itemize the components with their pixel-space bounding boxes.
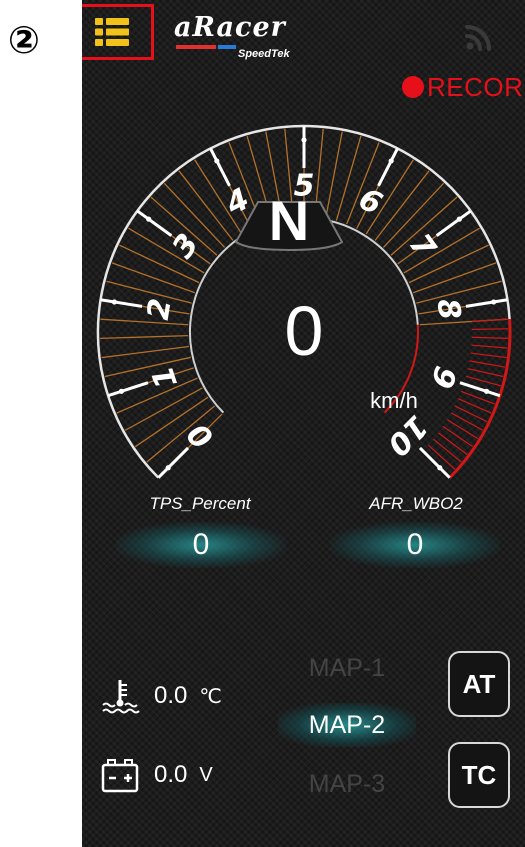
logo-blue-stripe xyxy=(218,45,236,49)
aracer-logo: aRacer SpeedTek xyxy=(174,12,324,60)
temperature-unit: ℃ xyxy=(199,685,222,708)
battery-voltage-row: 0.0 V xyxy=(100,755,213,795)
redline-tick xyxy=(442,425,474,448)
rpm-tick-label: 3 xyxy=(166,227,207,264)
redline-tick xyxy=(437,432,468,455)
rpm-major-tick xyxy=(435,209,472,237)
app-screen: aRacer SpeedTek RECOR 0 1 2 3 4 5 6 7 8 9 10 N 0 k… xyxy=(82,0,525,847)
rpm-minor-tick xyxy=(100,334,189,340)
rpm-minor-tick xyxy=(178,170,234,241)
rpm-major-tick xyxy=(418,446,451,479)
redline-tick xyxy=(471,318,508,323)
rpm-major-tick xyxy=(377,147,399,187)
redline-tick xyxy=(470,352,507,359)
rpm-tick-label: 8 xyxy=(429,296,467,322)
rpm-major-tick xyxy=(209,147,231,187)
rpm-major-tick xyxy=(107,381,149,398)
battery-icon xyxy=(101,759,139,793)
rpm-tick-dot xyxy=(437,465,443,471)
coolant-temperature-row: 0.0 ℃ xyxy=(100,676,222,716)
rpm-speed-gauge: 01234 5 678910 N 0 km/h xyxy=(96,124,512,479)
redline-tick xyxy=(469,360,506,368)
rpm-minor-tick xyxy=(374,170,430,241)
rpm-tick-dot xyxy=(111,299,117,305)
redline-tick xyxy=(471,344,508,349)
gear-indicator: N xyxy=(269,189,309,252)
redline-tick xyxy=(450,412,484,431)
rpm-tick-dot xyxy=(388,158,394,164)
redline-tick xyxy=(471,336,508,340)
rpm-tick-label: 9 xyxy=(423,362,463,393)
redline-tick xyxy=(433,438,462,463)
afr-wbo2-label: AFR_WBO2 xyxy=(369,494,463,513)
logo-red-stripe xyxy=(176,45,216,49)
menu-button[interactable] xyxy=(82,4,154,60)
rpm-major-tick xyxy=(157,446,190,479)
logo-text: aRacer xyxy=(174,12,286,43)
redline-tick xyxy=(446,419,479,440)
rpm-tick-dot xyxy=(491,299,497,305)
rpm-minor-tick xyxy=(325,131,343,219)
afr-wbo2-value: 0 xyxy=(406,528,424,561)
temperature-value: 0.0 xyxy=(154,682,188,709)
speed-value: 0 xyxy=(285,292,324,370)
redline-tick xyxy=(467,368,504,378)
rpm-tick-dot xyxy=(165,465,171,471)
rpm-minor-tick xyxy=(412,262,497,294)
afr-wbo2-display: 0 xyxy=(330,522,500,568)
rpm-minor-tick xyxy=(111,262,196,294)
record-label: RECOR xyxy=(427,71,524,102)
rpm-tick-label: 7 xyxy=(402,227,443,265)
logo-subtext: SpeedTek xyxy=(238,48,290,60)
map-2-option[interactable]: MAP-2 xyxy=(278,703,416,747)
rpm-tick-dot xyxy=(118,388,124,394)
redline-tick xyxy=(465,375,501,387)
tps-percent-value: 0 xyxy=(192,528,210,561)
rpm-tick-dot xyxy=(301,137,307,143)
rss-signal-icon[interactable] xyxy=(464,22,494,52)
rpm-tick-label: 2 xyxy=(141,296,179,322)
map-3-option[interactable]: MAP-3 xyxy=(278,762,416,806)
rpm-major-tick xyxy=(100,298,143,308)
at-button[interactable]: AT xyxy=(448,651,510,717)
map-1-option[interactable]: MAP-1 xyxy=(278,646,416,690)
rpm-tick-dot xyxy=(456,216,462,222)
rpm-major-tick xyxy=(465,298,508,308)
speed-unit: km/h xyxy=(370,388,418,413)
rpm-major-tick xyxy=(136,209,173,237)
rpm-tick-dot xyxy=(484,388,490,394)
voltage-unit: V xyxy=(199,763,213,786)
tps-percent-label: TPS_Percent xyxy=(149,494,251,513)
tc-button[interactable]: TC xyxy=(448,742,510,808)
rpm-minor-tick xyxy=(101,345,189,359)
redline-tick xyxy=(471,328,508,330)
tps-percent-display: 0 xyxy=(116,522,286,568)
rpm-tick-dot xyxy=(146,216,152,222)
rpm-tick-dot xyxy=(214,158,220,164)
step-number-badge: ② xyxy=(7,18,41,62)
list-menu-icon xyxy=(95,18,129,46)
rpm-tick-label: 6 xyxy=(353,182,387,223)
redline-tick xyxy=(427,444,456,470)
redline-tick xyxy=(454,405,488,423)
record-button[interactable]: RECOR xyxy=(402,70,523,104)
record-dot-icon xyxy=(402,76,424,98)
voltage-value: 0.0 xyxy=(154,761,188,788)
coolant-temperature-icon xyxy=(102,680,140,714)
